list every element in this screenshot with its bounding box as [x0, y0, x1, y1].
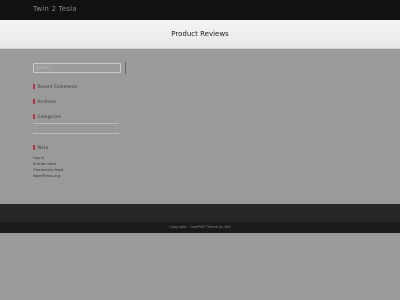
widget-title: Meta — [37, 144, 49, 150]
content-divider — [125, 62, 126, 74]
widget-title: Categories — [37, 113, 62, 119]
divider — [33, 123, 119, 124]
widget-meta: Meta — [33, 143, 48, 151]
page-title: Product Reviews — [171, 30, 229, 38]
widget-categories: Categories — [33, 112, 61, 120]
main-content: Recent Comments Archives Categories Meta… — [0, 48, 400, 204]
widget-archives: Archives — [33, 97, 56, 105]
footer-widgets-area — [0, 204, 400, 222]
page-header: Product Reviews — [0, 20, 400, 49]
meta-link-wordpress-org[interactable]: WordPress.org — [33, 173, 63, 179]
footer: Copyright - OnePWP Theme by Ibili — [0, 222, 400, 233]
top-bar: Twin 2 Tesla — [0, 0, 400, 20]
widget-marker-icon — [33, 98, 35, 104]
widget-marker-icon — [33, 144, 35, 150]
widget-title: Recent Comments — [37, 83, 78, 89]
divider — [33, 133, 119, 134]
widget-title: Archives — [37, 98, 57, 104]
search-input[interactable] — [33, 63, 121, 73]
widget-recent-comments: Recent Comments — [33, 82, 77, 90]
widget-marker-icon — [33, 83, 35, 89]
widget-marker-icon — [33, 113, 35, 119]
meta-links: Log in Entries feed Comments feed WordPr… — [33, 155, 63, 179]
site-title[interactable]: Twin 2 Tesla — [33, 5, 77, 13]
copyright-text: Copyright - OnePWP Theme by Ibili — [169, 225, 231, 229]
